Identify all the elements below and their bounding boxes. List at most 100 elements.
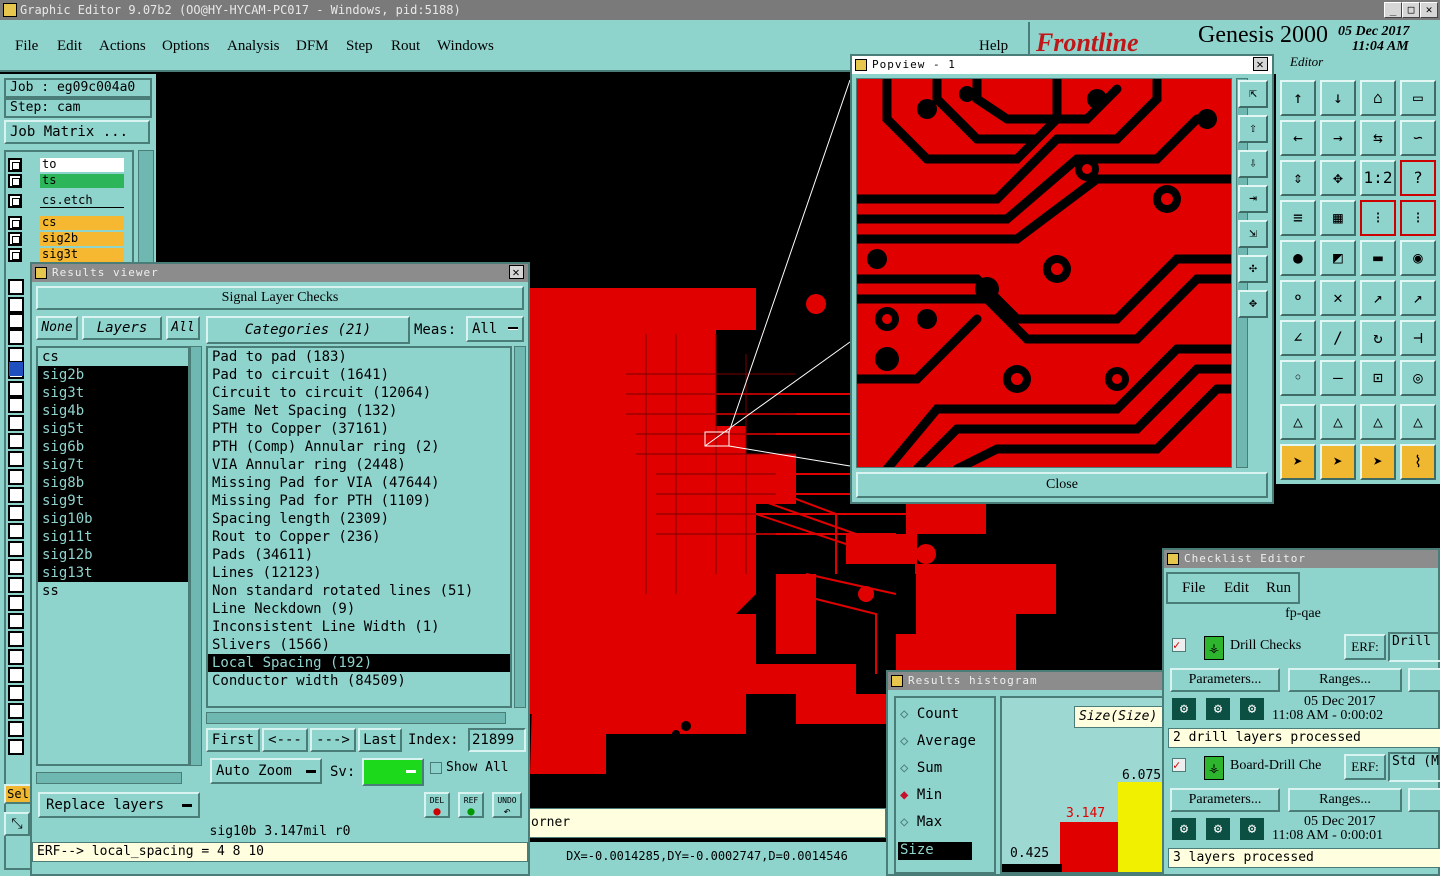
section-checkbox[interactable]: ✓: [1172, 758, 1186, 772]
triangle-b-icon[interactable]: △: [1360, 404, 1396, 440]
list-item[interactable]: cs: [38, 348, 188, 366]
replace-layers-dropdown[interactable]: Replace layers: [38, 792, 200, 818]
categories-scrollbar[interactable]: [514, 346, 526, 708]
radio-max[interactable]: ◇ Max: [900, 814, 942, 830]
erf-field[interactable]: Drill: [1388, 632, 1440, 662]
run-icon[interactable]: ⚙: [1204, 696, 1232, 722]
close-button[interactable]: ✕: [1420, 2, 1438, 18]
refresh-icon[interactable]: REF ●: [458, 792, 484, 818]
delete-icon[interactable]: DEL ●: [424, 792, 450, 818]
move-icon[interactable]: ✥: [1238, 290, 1268, 318]
pan-all-icon[interactable]: ✥: [1320, 160, 1356, 196]
zoom-out-icon[interactable]: ⇩: [1238, 150, 1268, 178]
prev-button[interactable]: <---: [262, 728, 308, 752]
triangle-icon[interactable]: △: [1280, 404, 1316, 440]
radio-count[interactable]: ◇ Count: [900, 706, 959, 722]
frame-icon[interactable]: ▭: [1400, 80, 1436, 116]
run-icon[interactable]: ⚙: [1238, 696, 1266, 722]
point-icon[interactable]: ◦: [1280, 360, 1316, 396]
categories-button[interactable]: Categories (21): [206, 316, 410, 344]
list-icon[interactable]: ≡: [1280, 200, 1316, 236]
layer-checkbox[interactable]: [8, 174, 22, 188]
zoom-fit-icon[interactable]: ⇲: [1238, 220, 1268, 248]
layer-row-sig3t[interactable]: sig3t: [8, 248, 126, 262]
open-down-icon[interactable]: ↓: [1320, 80, 1356, 116]
list-item[interactable]: Spacing length (2309): [208, 510, 510, 528]
more-button[interactable]: [1408, 668, 1440, 692]
pointer-b-icon[interactable]: ➤: [1360, 444, 1396, 480]
first-button[interactable]: First: [206, 728, 260, 752]
menu-dfm[interactable]: DFM: [296, 38, 329, 55]
layers-scrollbar[interactable]: [190, 346, 202, 766]
layers-list[interactable]: cs sig2b sig3t sig4b sig5t sig6b sig7t s…: [36, 346, 190, 766]
target-icon[interactable]: ◎: [1400, 360, 1436, 396]
radio-sum[interactable]: ◇ Sum: [900, 760, 942, 776]
net-alt-icon[interactable]: ⁝: [1400, 200, 1436, 236]
more-button[interactable]: [1408, 788, 1440, 812]
close-icon[interactable]: ✕: [509, 265, 524, 279]
run-icon[interactable]: ⚙: [1170, 816, 1198, 842]
list-item[interactable]: sig4b: [38, 402, 188, 420]
node-icon[interactable]: ⚬: [1280, 280, 1316, 316]
index-field[interactable]: 21899: [468, 728, 526, 752]
list-item[interactable]: Non standard rotated lines (51): [208, 582, 510, 600]
slash-icon[interactable]: /: [1320, 320, 1356, 356]
next-button[interactable]: --->: [310, 728, 356, 752]
menu-analysis[interactable]: Analysis: [227, 38, 280, 55]
sv-color-dropdown[interactable]: [362, 758, 424, 786]
list-item[interactable]: sig13t: [38, 564, 188, 582]
ranges-button[interactable]: Ranges...: [1288, 668, 1402, 692]
list-item[interactable]: PTH (Comp) Annular ring (2): [208, 438, 510, 456]
run-icon[interactable]: ⚙: [1170, 696, 1198, 722]
parameters-button[interactable]: Parameters...: [1170, 788, 1280, 812]
layers-button[interactable]: Layers: [82, 316, 162, 340]
popview-zoom-area[interactable]: [856, 78, 1232, 468]
ruler-icon[interactable]: ▬: [1360, 240, 1396, 276]
list-item[interactable]: Slivers (1566): [208, 636, 510, 654]
menu-help[interactable]: Help: [979, 38, 1008, 55]
list-item[interactable]: Rout to Copper (236): [208, 528, 510, 546]
layer-row-to[interactable]: to: [8, 158, 126, 172]
none-button[interactable]: None: [36, 316, 78, 340]
measure-icon[interactable]: ⊡: [1360, 360, 1396, 396]
home-icon[interactable]: ⌂: [1360, 80, 1396, 116]
maximize-button[interactable]: □: [1402, 2, 1420, 18]
list-item[interactable]: sig8b: [38, 474, 188, 492]
menu-actions[interactable]: Actions: [99, 38, 146, 55]
move-right-icon[interactable]: →: [1320, 120, 1356, 156]
layers-hscrollbar[interactable]: [36, 772, 182, 784]
auto-zoom-dropdown[interactable]: Auto Zoom: [210, 758, 322, 784]
size-field[interactable]: Size: [898, 842, 972, 860]
list-item[interactable]: Pad to pad (183): [208, 348, 510, 366]
zoom-in-icon[interactable]: ⇧: [1238, 115, 1268, 143]
list-item[interactable]: sig12b: [38, 546, 188, 564]
rotate-icon[interactable]: ↻: [1360, 320, 1396, 356]
minimize-button[interactable]: _: [1384, 2, 1402, 18]
erf-field[interactable]: Std (M: [1388, 752, 1440, 782]
run-icon[interactable]: ⚙: [1204, 816, 1232, 842]
categories-hscrollbar[interactable]: [206, 712, 506, 724]
swap-icon[interactable]: ⇆: [1360, 120, 1396, 156]
list-item[interactable]: sig6b: [38, 438, 188, 456]
checklist-menu-file[interactable]: File: [1182, 580, 1205, 597]
last-button[interactable]: Last: [358, 728, 402, 752]
pad-icon[interactable]: ●: [1280, 240, 1316, 276]
all-button[interactable]: All: [166, 316, 200, 340]
sel-button[interactable]: Sel: [4, 784, 32, 804]
list-item[interactable]: Pad to circuit (1641): [208, 366, 510, 384]
list-item[interactable]: VIA Annular ring (2448): [208, 456, 510, 474]
ratio-icon[interactable]: 1:2: [1360, 160, 1396, 196]
list-item[interactable]: PTH to Copper (37161): [208, 420, 510, 438]
list-item[interactable]: sig2b: [38, 366, 188, 384]
layer-row-sig2b[interactable]: sig2b: [8, 232, 126, 246]
list-item[interactable]: Missing Pad for PTH (1109): [208, 492, 510, 510]
line-icon[interactable]: ◩: [1320, 240, 1356, 276]
open-up-icon[interactable]: ↑: [1280, 80, 1316, 116]
grid-icon[interactable]: ▦: [1320, 200, 1356, 236]
layer-checkbox[interactable]: [8, 248, 22, 262]
zoom-area-icon[interactable]: ⇥: [1238, 185, 1268, 213]
circle-icon[interactable]: ◉: [1400, 240, 1436, 276]
angle-icon[interactable]: ∠: [1280, 320, 1316, 356]
triangle-alt-icon[interactable]: △: [1320, 404, 1356, 440]
resize-icon[interactable]: ⤡: [4, 812, 30, 836]
